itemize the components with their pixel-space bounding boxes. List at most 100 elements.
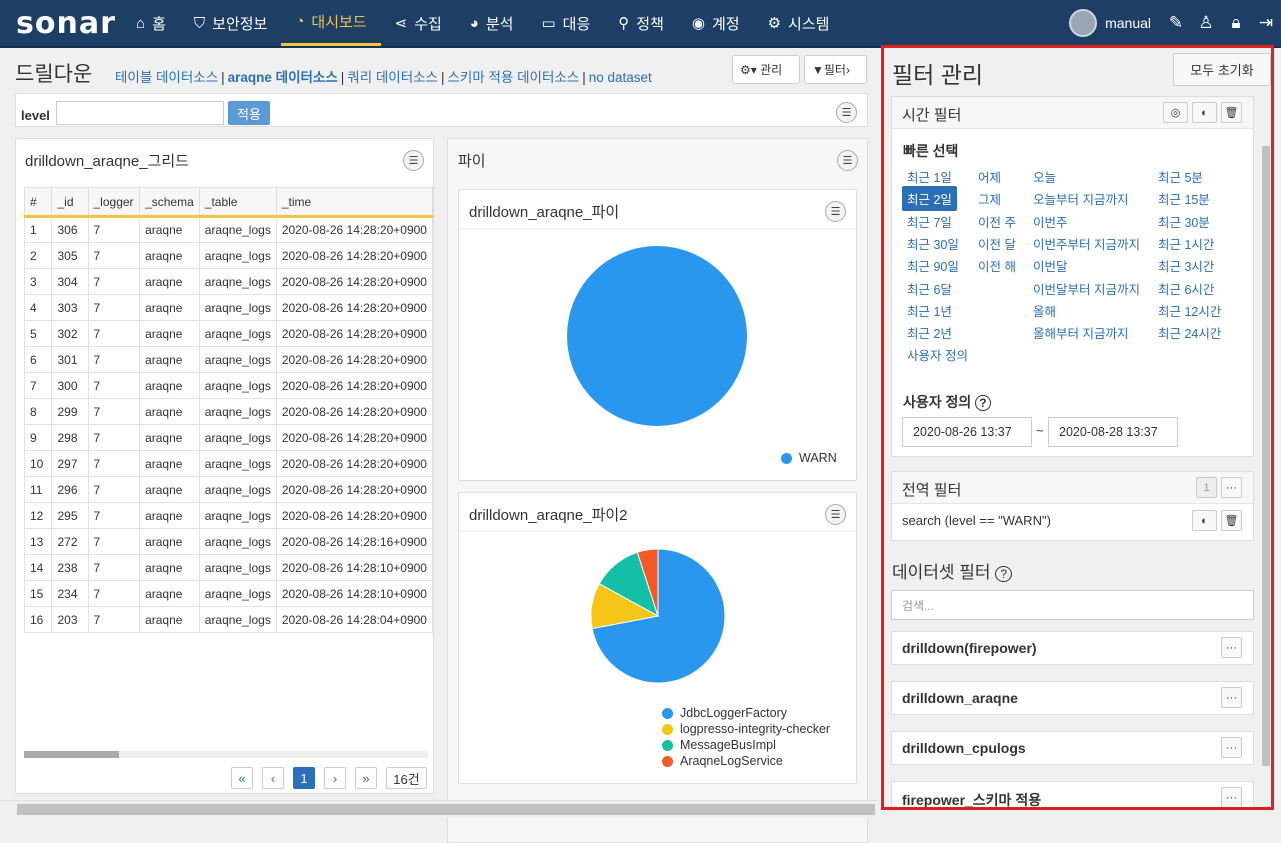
reset-all-button[interactable]: 모두 초기화	[1173, 53, 1271, 86]
legend-item[interactable]: logpresso-integrity-checker	[662, 721, 830, 737]
filter-panel-scrollbar[interactable]	[1260, 96, 1271, 801]
quick-select-option[interactable]: 최근 5분	[1158, 167, 1203, 186]
quick-select-option[interactable]: 이번주부터 지금까지	[1033, 234, 1140, 253]
datasource-link[interactable]: 스키마 적용 데이터소스	[448, 70, 580, 85]
quick-select-option[interactable]: 최근 2일	[902, 186, 957, 211]
last-page-button[interactable]: »	[355, 767, 377, 789]
table-row[interactable]: 5 302 7 araqne araqne_logs 2020-08-26 14:28:2…	[23, 320, 434, 347]
toggle-icon[interactable]: ◐	[1192, 102, 1217, 123]
filter-toggle-button[interactable]: ▼ 필터 ›	[804, 55, 867, 84]
more-options-icon[interactable]: ···	[1221, 637, 1242, 658]
table-row[interactable]: 6 301 7 araqne araqne_logs 2020-08-26 14:28:2…	[23, 346, 434, 373]
table-row[interactable]: 7 300 7 araqne araqne_logs 2020-08-26 14:28:2…	[23, 372, 434, 399]
trash-icon[interactable]: 🗑︎	[1221, 510, 1242, 531]
legend-item[interactable]: JdbcLoggerFactory	[662, 705, 830, 721]
quick-select-option[interactable]: 최근 15분	[1158, 189, 1210, 208]
logout-icon[interactable]: ⇥	[1258, 13, 1274, 33]
avatar[interactable]	[1069, 9, 1098, 37]
quick-select-option[interactable]: 이번달부터 지금까지	[1033, 279, 1140, 298]
pie-panel-menu-icon[interactable]: ☰	[837, 150, 858, 171]
datasource-link[interactable]: araqne 데이터소스	[228, 70, 338, 85]
apply-button[interactable]: 적용	[228, 101, 270, 125]
quick-select-option[interactable]: 최근 90일	[907, 256, 959, 275]
table-row[interactable]: 14 238 7 araqne araqne_logs 2020-08-26 14:28:…	[23, 554, 434, 581]
nav-item-1[interactable]: ⛉ 보안정보	[180, 0, 281, 46]
quick-select-option[interactable]: 최근 24시간	[1158, 323, 1221, 342]
quick-select-option[interactable]: 오늘부터 지금까지	[1033, 189, 1128, 208]
quick-select-option[interactable]: 최근 2년	[907, 323, 952, 342]
quick-select-option[interactable]: 올해	[1033, 301, 1056, 320]
sonar-logo[interactable]: sonar	[16, 6, 116, 41]
menu-icon[interactable]: ☰	[836, 102, 857, 123]
more-options-icon[interactable]: ···	[1221, 737, 1242, 758]
legend-item[interactable]: MessageBusImpl	[662, 737, 830, 753]
quick-select-option[interactable]: 이전 해	[978, 256, 1016, 275]
quick-select-option[interactable]: 최근 1일	[907, 167, 952, 186]
help-icon[interactable]: ?	[995, 566, 1012, 582]
table-row[interactable]: 3 304 7 araqne araqne_logs 2020-08-26 14:28:2…	[23, 268, 434, 295]
more-options-icon[interactable]: ···	[1221, 477, 1242, 498]
quick-select-option[interactable]: 최근 1시간	[1158, 234, 1214, 253]
current-page-button[interactable]: 1	[293, 767, 315, 789]
pie-slice-WARN[interactable]	[567, 246, 747, 426]
column-header[interactable]: _table	[198, 187, 277, 218]
user-icon[interactable]: ♙	[1198, 13, 1214, 33]
column-header[interactable]: _id	[51, 187, 89, 218]
manage-button[interactable]: ⚙▾ 관리	[732, 55, 800, 84]
quick-select-option[interactable]: 최근 7일	[907, 212, 952, 231]
table-row[interactable]: 10 297 7 araqne araqne_logs 2020-08-26 14:28:…	[23, 450, 434, 477]
lock-icon[interactable]: 🔒︎	[1228, 13, 1244, 33]
quick-select-option[interactable]: 최근 12시간	[1158, 301, 1221, 320]
first-page-button[interactable]: «	[231, 767, 253, 789]
nav-item-0[interactable]: ⌂ 홈	[122, 0, 180, 46]
quick-select-option[interactable]: 이전 달	[978, 234, 1016, 253]
grid-menu-icon[interactable]: ☰	[403, 150, 424, 171]
more-options-icon[interactable]: ···	[1221, 687, 1242, 708]
nav-item-3[interactable]: ⋖ 수집	[381, 0, 456, 46]
dataset-item[interactable]: drilldown_cpulogs ···	[891, 731, 1254, 765]
column-header[interactable]: _logger	[87, 187, 141, 218]
username[interactable]: manual	[1105, 15, 1151, 31]
column-header[interactable]: _time	[275, 187, 434, 218]
table-row[interactable]: 4 303 7 araqne araqne_logs 2020-08-26 14:28:2…	[23, 294, 434, 321]
quick-select-option[interactable]: 이번달	[1033, 256, 1068, 275]
prev-page-button[interactable]: ‹	[262, 767, 284, 789]
quick-select-option[interactable]: 오늘	[1033, 167, 1056, 186]
column-header[interactable]: #	[23, 187, 53, 218]
next-page-button[interactable]: ›	[324, 767, 346, 789]
trash-icon[interactable]: 🗑︎	[1221, 102, 1242, 123]
table-row[interactable]: 8 299 7 araqne araqne_logs 2020-08-26 14:28:2…	[23, 398, 434, 425]
quick-select-option[interactable]: 최근 3시간	[1158, 256, 1214, 275]
date-to-input[interactable]: 2020-08-28 13:37	[1048, 417, 1178, 447]
nav-item-4[interactable]: ◕ 분석	[456, 0, 528, 46]
quick-select-option[interactable]: 최근 30일	[907, 234, 959, 253]
page-horizontal-scrollbar[interactable]	[0, 800, 877, 818]
quick-select-option[interactable]: 이전 주	[978, 212, 1016, 231]
nav-item-2[interactable]: ◔ 대시보드	[281, 0, 381, 46]
date-from-input[interactable]: 2020-08-26 13:37	[902, 417, 1032, 447]
tag-icon[interactable]: ✎	[1168, 13, 1184, 33]
global-filter-expression[interactable]: search (level == "WARN")	[902, 513, 1051, 528]
quick-select-option[interactable]: 최근 1년	[907, 301, 952, 320]
quick-select-option[interactable]: 어제	[978, 167, 1001, 186]
table-row[interactable]: 2 305 7 araqne araqne_logs 2020-08-26 14:28:2…	[23, 242, 434, 269]
dataset-item[interactable]: drilldown(firepower) ···	[891, 631, 1254, 665]
hide-icon[interactable]: ◎	[1163, 102, 1188, 123]
datasource-link[interactable]: 테이블 데이터소스	[115, 70, 218, 85]
table-row[interactable]: 1 306 7 araqne araqne_logs 2020-08-26 14:28:2…	[23, 216, 434, 243]
table-row[interactable]: 13 272 7 araqne araqne_logs 2020-08-26 14:28:…	[23, 528, 434, 555]
dataset-item[interactable]: firepower_스키마 적용 ···	[891, 781, 1254, 807]
table-row[interactable]: 12 295 7 araqne araqne_logs 2020-08-26 14:28:…	[23, 502, 434, 529]
column-header[interactable]: _schema	[139, 187, 200, 218]
nav-item-6[interactable]: ⚲ 정책	[604, 0, 678, 46]
nav-item-5[interactable]: ▭ 대응	[527, 0, 604, 46]
level-input[interactable]	[56, 101, 224, 125]
table-row[interactable]: 11 296 7 araqne araqne_logs 2020-08-26 14:28:…	[23, 476, 434, 503]
table-row[interactable]: 9 298 7 araqne araqne_logs 2020-08-26 14:28:2…	[23, 424, 434, 451]
toggle-icon[interactable]: ◐	[1192, 510, 1217, 531]
more-options-icon[interactable]: ···	[1221, 787, 1242, 807]
nav-item-7[interactable]: ◉ 계정	[678, 0, 754, 46]
dataset-search-input[interactable]: 검색...	[891, 590, 1254, 620]
table-row[interactable]: 16 203 7 araqne araqne_logs 2020-08-26 14:28:…	[23, 606, 434, 633]
pie1-menu-icon[interactable]: ☰	[825, 201, 846, 222]
